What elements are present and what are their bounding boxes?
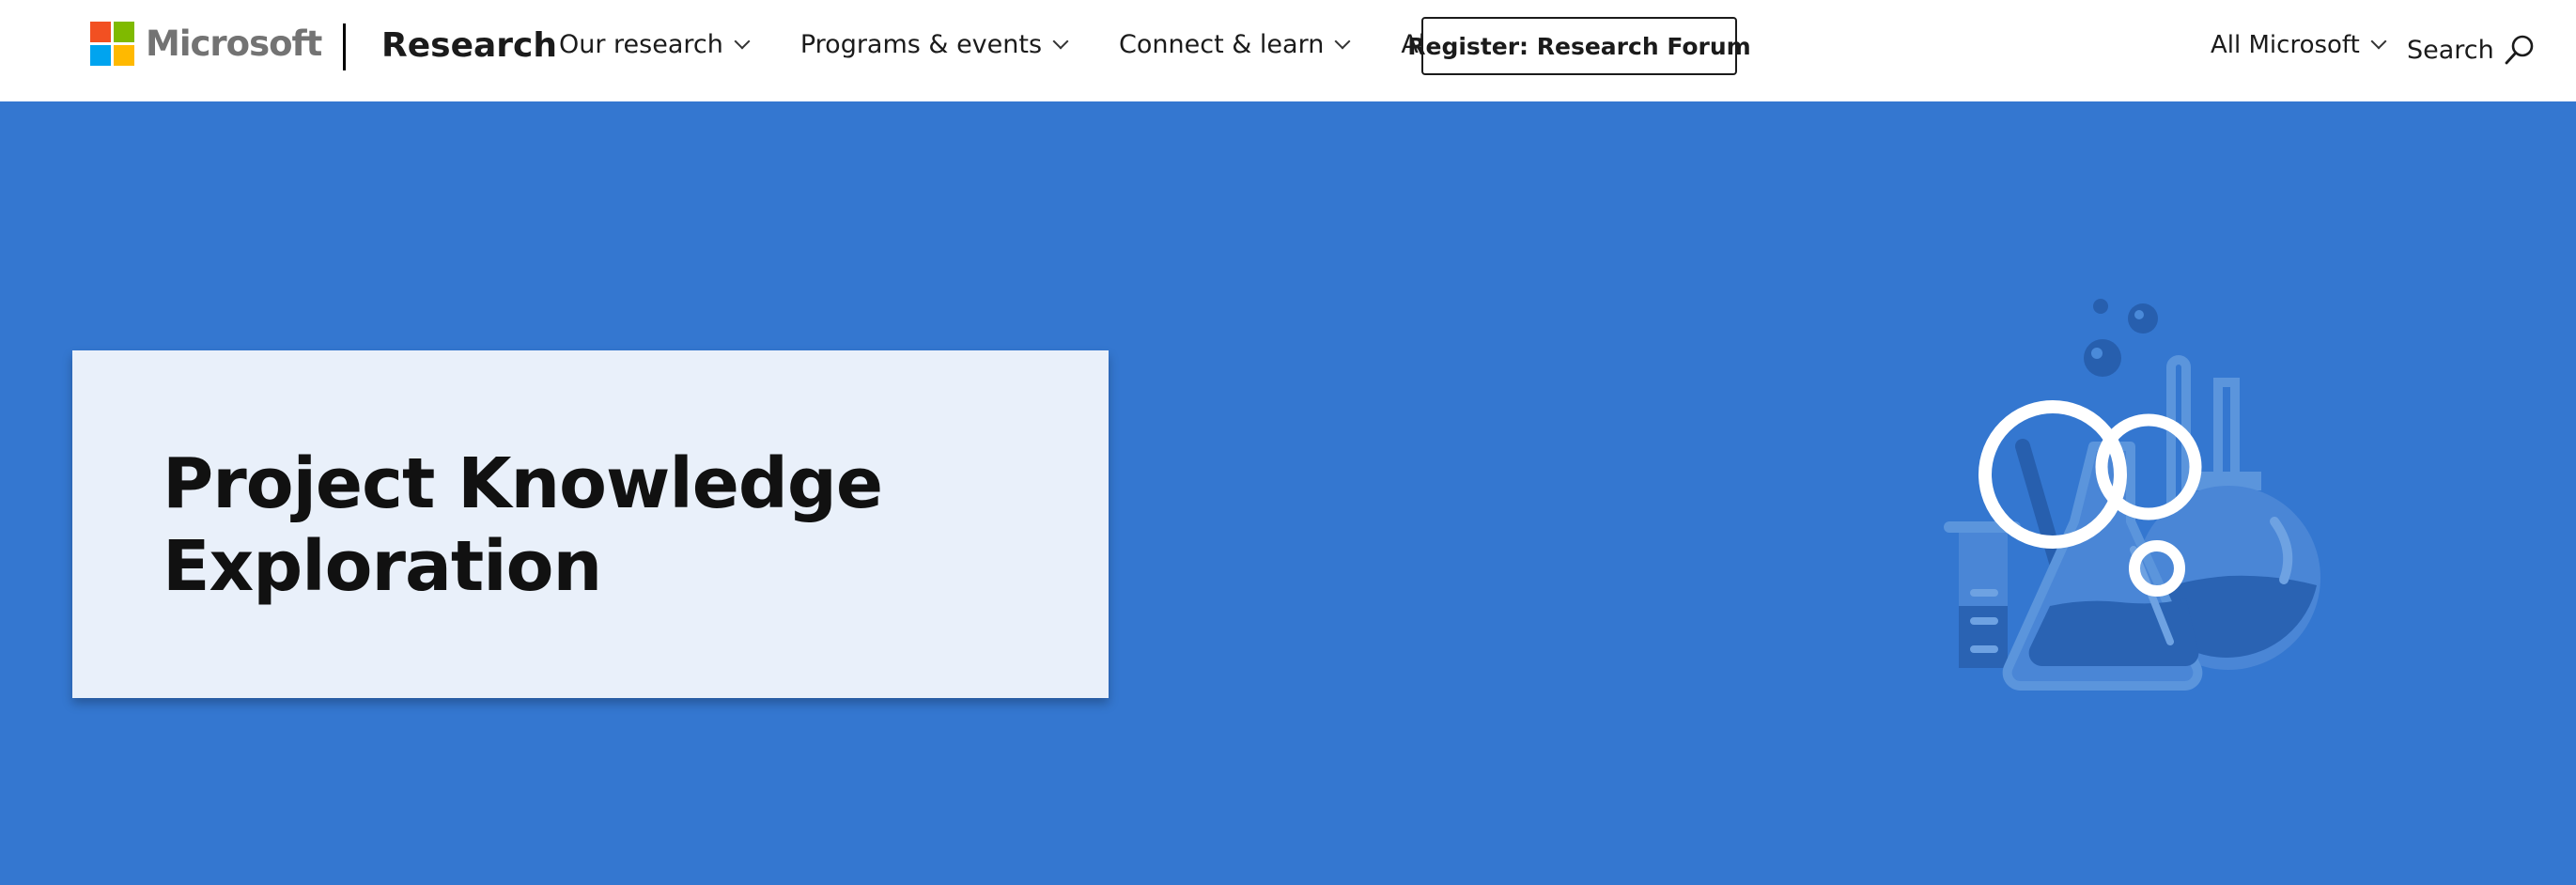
research-home-link[interactable]: Research	[381, 26, 557, 65]
nav-programs-events[interactable]: Programs & events	[799, 30, 1069, 59]
nav-our-research-label: Our research	[559, 30, 723, 59]
main-nav: Our research Programs & events Connect &…	[559, 30, 1553, 59]
search-label: Search	[2407, 35, 2494, 65]
brand-name: Microsoft	[146, 23, 322, 64]
hero-title-card: Project Knowledge Exploration	[72, 350, 1109, 698]
search-button[interactable]: Search	[2407, 34, 2536, 66]
search-icon	[2505, 35, 2534, 65]
chevron-down-icon	[1052, 33, 1069, 49]
nav-our-research[interactable]: Our research	[559, 30, 751, 59]
nav-programs-events-label: Programs & events	[799, 30, 1043, 59]
nav-connect-learn[interactable]: Connect & learn	[1119, 30, 1351, 59]
lab-glassware-icon	[1944, 299, 2320, 691]
chevron-down-icon	[2370, 33, 2387, 50]
top-navigation-bar: Microsoft Research Our research Programs…	[0, 0, 2576, 101]
register-research-forum-button[interactable]: Register: Research Forum	[1407, 17, 1751, 75]
chevron-down-icon	[734, 33, 751, 49]
all-microsoft-label: All Microsoft	[2211, 31, 2360, 59]
microsoft-logo[interactable]: Microsoft	[90, 22, 322, 66]
logo-divider	[343, 23, 346, 70]
nav-connect-learn-label: Connect & learn	[1119, 30, 1325, 59]
all-microsoft-menu[interactable]: All Microsoft	[2211, 31, 2387, 59]
chevron-down-icon	[1334, 33, 1351, 49]
page-title: Project Knowledge Exploration	[163, 443, 883, 607]
microsoft-logo-icon	[90, 22, 134, 66]
